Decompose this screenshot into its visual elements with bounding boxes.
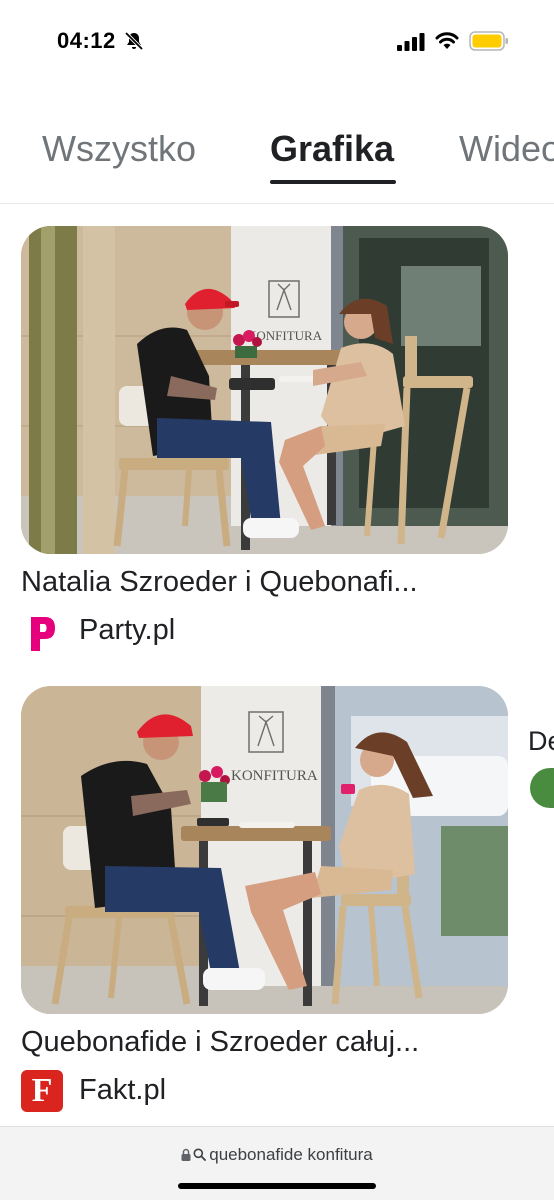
address-bar[interactable]: quebonafide konfitura bbox=[0, 1145, 554, 1165]
status-time: 04:12 bbox=[57, 28, 116, 53]
tab-video[interactable]: Wideo bbox=[459, 128, 554, 170]
party-logo-icon bbox=[31, 617, 55, 651]
browser-bottom-bar: quebonafide konfitura bbox=[0, 1126, 554, 1200]
konfitura-sign-text: KONFITURA bbox=[231, 768, 318, 784]
wifi-icon bbox=[435, 32, 459, 49]
peek-result-title[interactable]: De bbox=[528, 726, 554, 757]
search-icon bbox=[193, 1148, 207, 1161]
result-thumbnail[interactable]: KONFITURA bbox=[21, 686, 508, 1014]
lock-icon bbox=[181, 1148, 191, 1161]
image-result[interactable]: KONFITURA bbox=[21, 686, 508, 1116]
search-tabs: Wszystko Grafika Wideo bbox=[0, 84, 554, 204]
signal-icon bbox=[397, 33, 425, 51]
peek-source-logo bbox=[530, 768, 554, 808]
source-logo bbox=[21, 612, 63, 654]
fakt-logo-icon: F bbox=[31, 1072, 53, 1109]
active-tab-indicator bbox=[270, 180, 396, 184]
status-bar: 04:12 bbox=[0, 0, 554, 84]
source-name: Fakt.pl bbox=[79, 1074, 167, 1106]
result-title[interactable]: Quebonafide i Szroeder całuj... bbox=[21, 1026, 491, 1059]
address-query: quebonafide konfitura bbox=[209, 1145, 373, 1164]
cafe-photo: KONFITURA bbox=[21, 686, 508, 1014]
cafe-photo: KONFITURA bbox=[21, 226, 508, 554]
battery-icon bbox=[469, 31, 508, 51]
tab-all[interactable]: Wszystko bbox=[42, 128, 196, 170]
result-title[interactable]: Natalia Szroeder i Quebonafi... bbox=[21, 566, 491, 599]
image-result[interactable]: KONFITURA bbox=[21, 226, 508, 656]
home-indicator[interactable] bbox=[178, 1183, 376, 1189]
source-logo: F bbox=[21, 1070, 63, 1112]
result-thumbnail[interactable]: KONFITURA bbox=[21, 226, 508, 554]
bell-muted-icon bbox=[124, 31, 144, 51]
tab-images[interactable]: Grafika bbox=[270, 128, 394, 170]
source-name: Party.pl bbox=[79, 614, 176, 646]
